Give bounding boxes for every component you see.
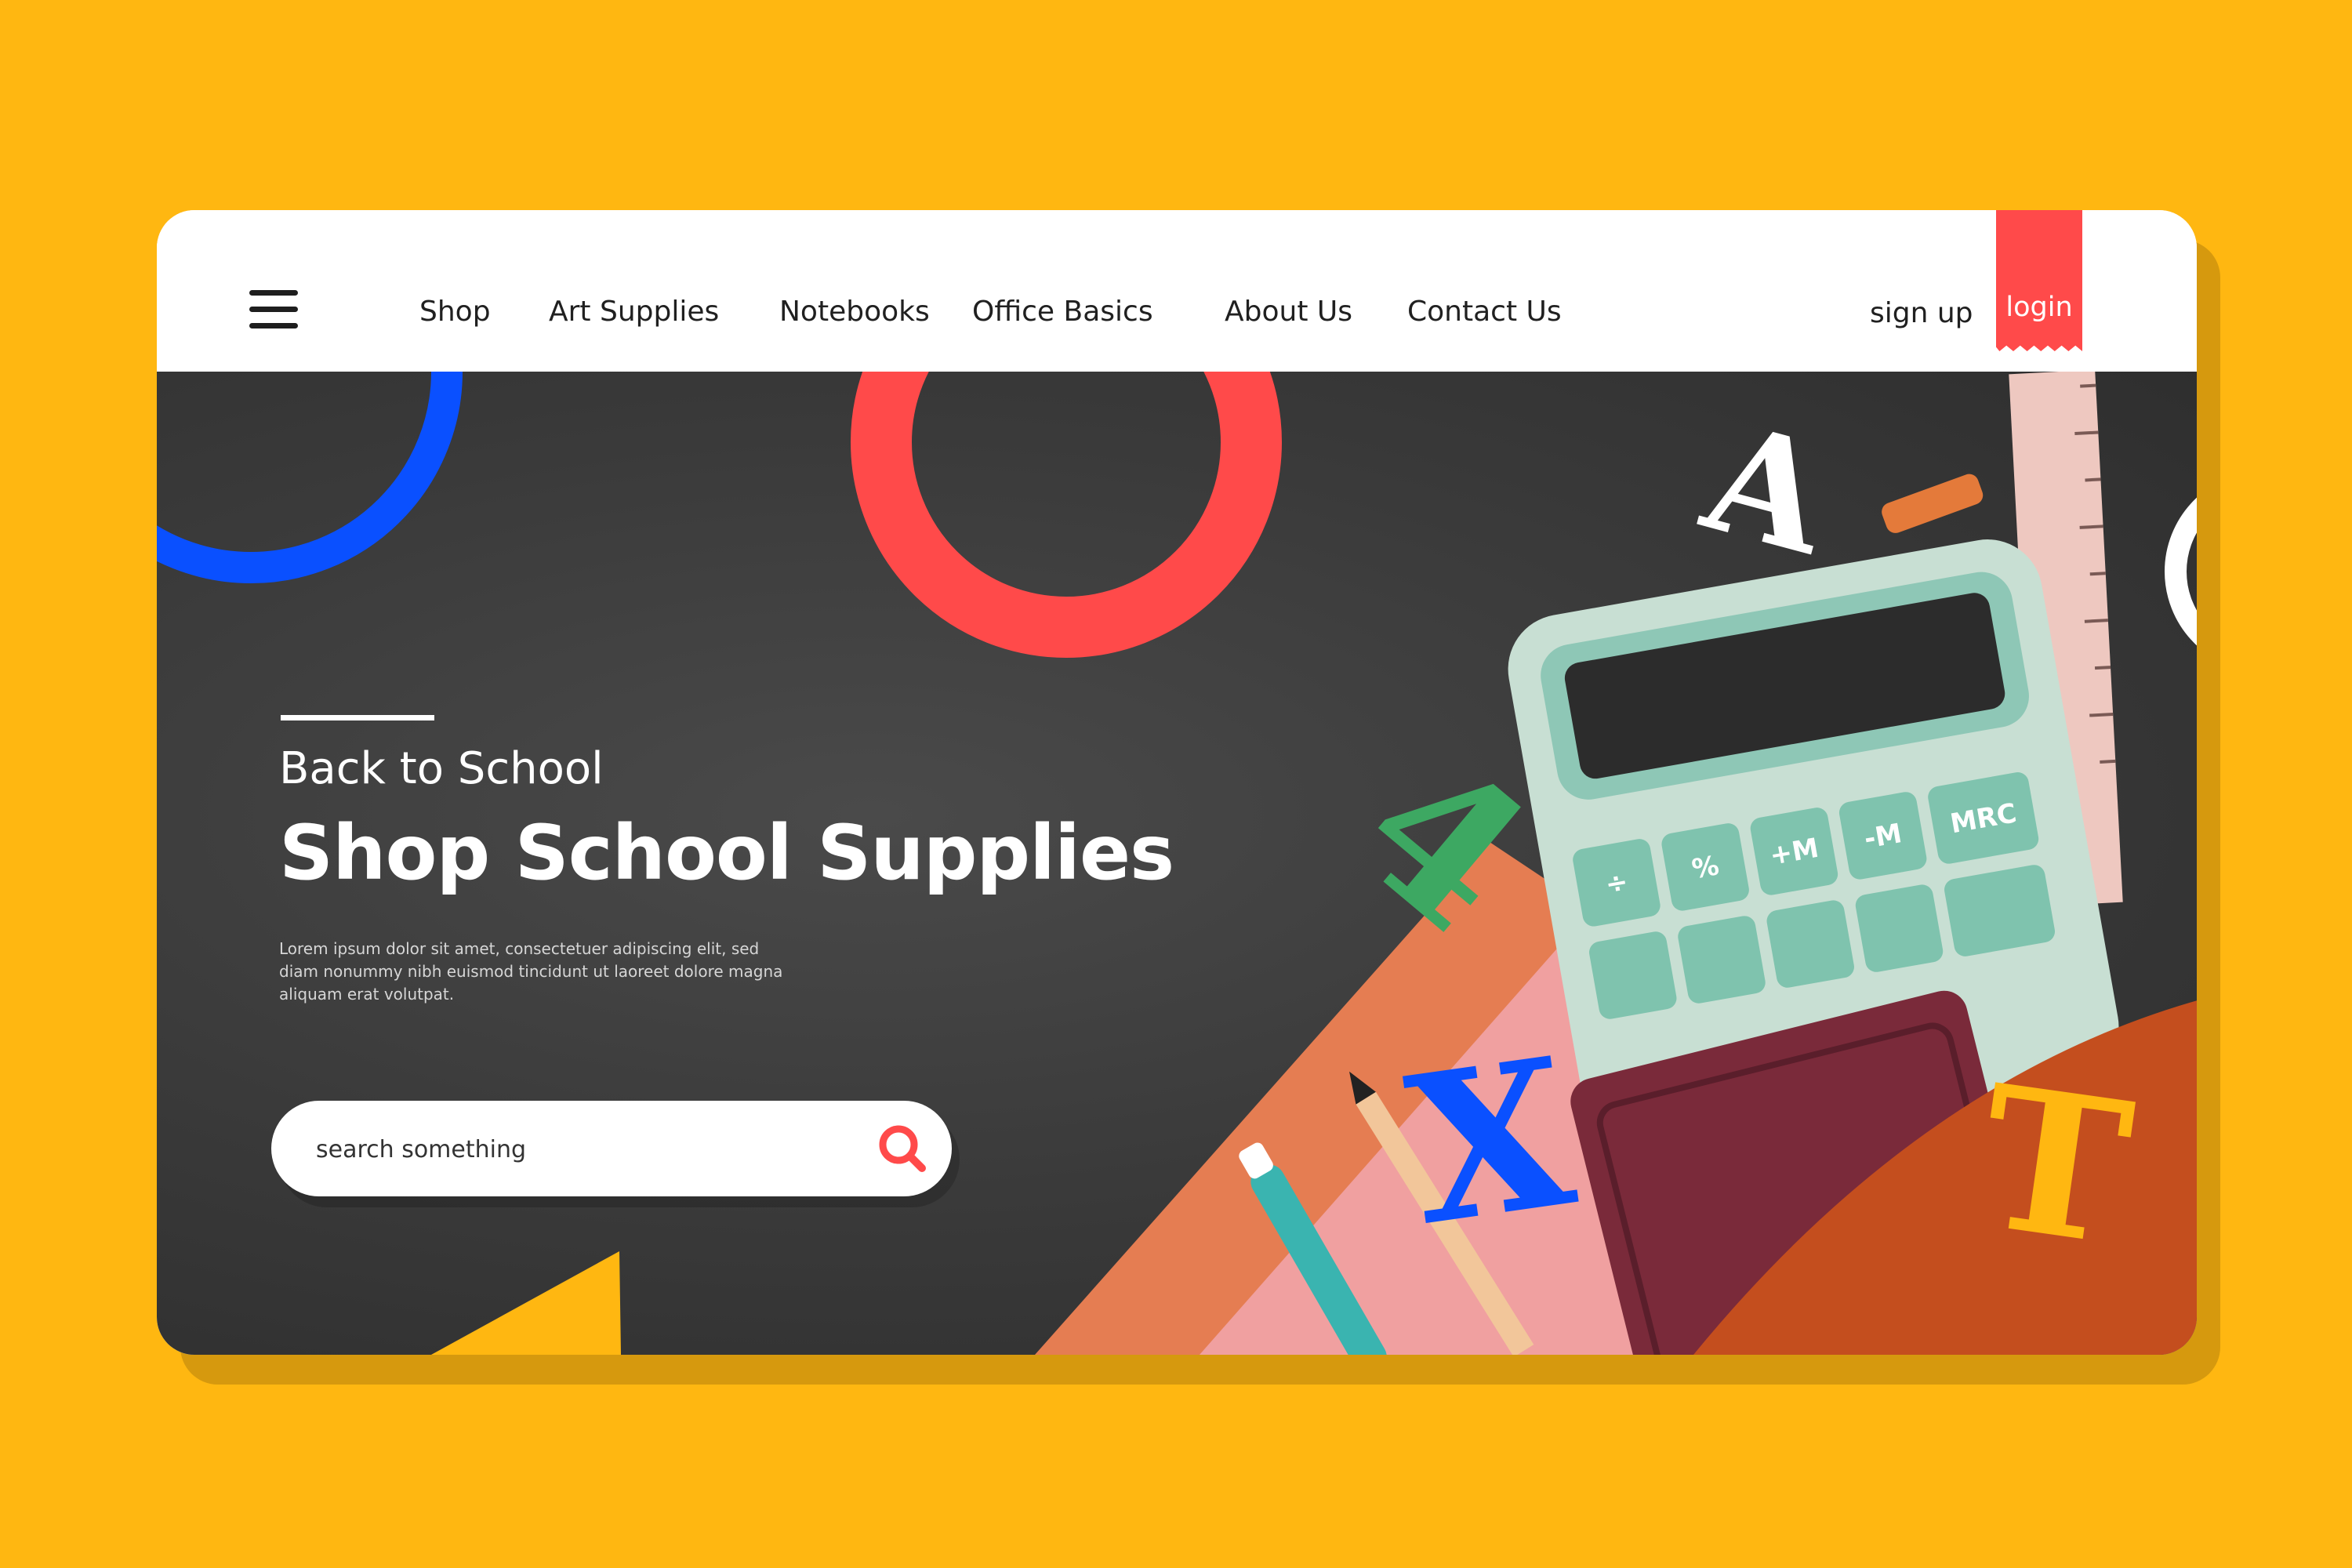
login-button[interactable]: login bbox=[1996, 210, 2082, 351]
nav-link-office-basics[interactable]: Office Basics bbox=[972, 210, 1153, 372]
nav-link-contact-us[interactable]: Contact Us bbox=[1407, 210, 1562, 372]
blue-ring-decoration bbox=[157, 372, 463, 583]
search-bar bbox=[271, 1101, 952, 1196]
clip bbox=[1882, 474, 1984, 533]
search-icon bbox=[879, 1125, 926, 1172]
hero-eyebrow: Back to School bbox=[279, 743, 604, 794]
yellow-triangle-decoration bbox=[431, 1251, 621, 1355]
letter-a-decoration: A bbox=[1687, 389, 1848, 589]
login-label: login bbox=[2005, 292, 2073, 323]
hero-description: Lorem ipsum dolor sit amet, consectetuer… bbox=[279, 939, 783, 1004]
top-navbar: Shop Art Supplies Notebooks Office Basic… bbox=[157, 210, 2197, 372]
white-ring-decoration bbox=[2165, 497, 2197, 646]
landing-card: Shop Art Supplies Notebooks Office Basic… bbox=[157, 210, 2197, 1355]
nav-link-shop[interactable]: Shop bbox=[419, 210, 491, 372]
hero-title: Shop School Supplies bbox=[279, 809, 1174, 897]
search-input[interactable] bbox=[314, 1127, 851, 1171]
nav-link-art-supplies[interactable]: Art Supplies bbox=[549, 210, 719, 372]
hero-banner: ÷ % +M -M MRC A 4 X T Back to School Sho… bbox=[157, 372, 2197, 1355]
hero-accent-line bbox=[281, 715, 434, 720]
nav-link-notebooks[interactable]: Notebooks bbox=[779, 210, 930, 372]
search-button[interactable] bbox=[875, 1121, 930, 1176]
signup-link[interactable]: sign up bbox=[1870, 210, 1973, 372]
red-ring-decoration bbox=[851, 372, 1282, 658]
calc-key-mminus: -M bbox=[1862, 818, 1904, 855]
nav-link-about-us[interactable]: About Us bbox=[1225, 210, 1352, 372]
calc-key-percent: % bbox=[1690, 850, 1722, 885]
nav-links: Shop Art Supplies Notebooks Office Basic… bbox=[157, 210, 1646, 372]
